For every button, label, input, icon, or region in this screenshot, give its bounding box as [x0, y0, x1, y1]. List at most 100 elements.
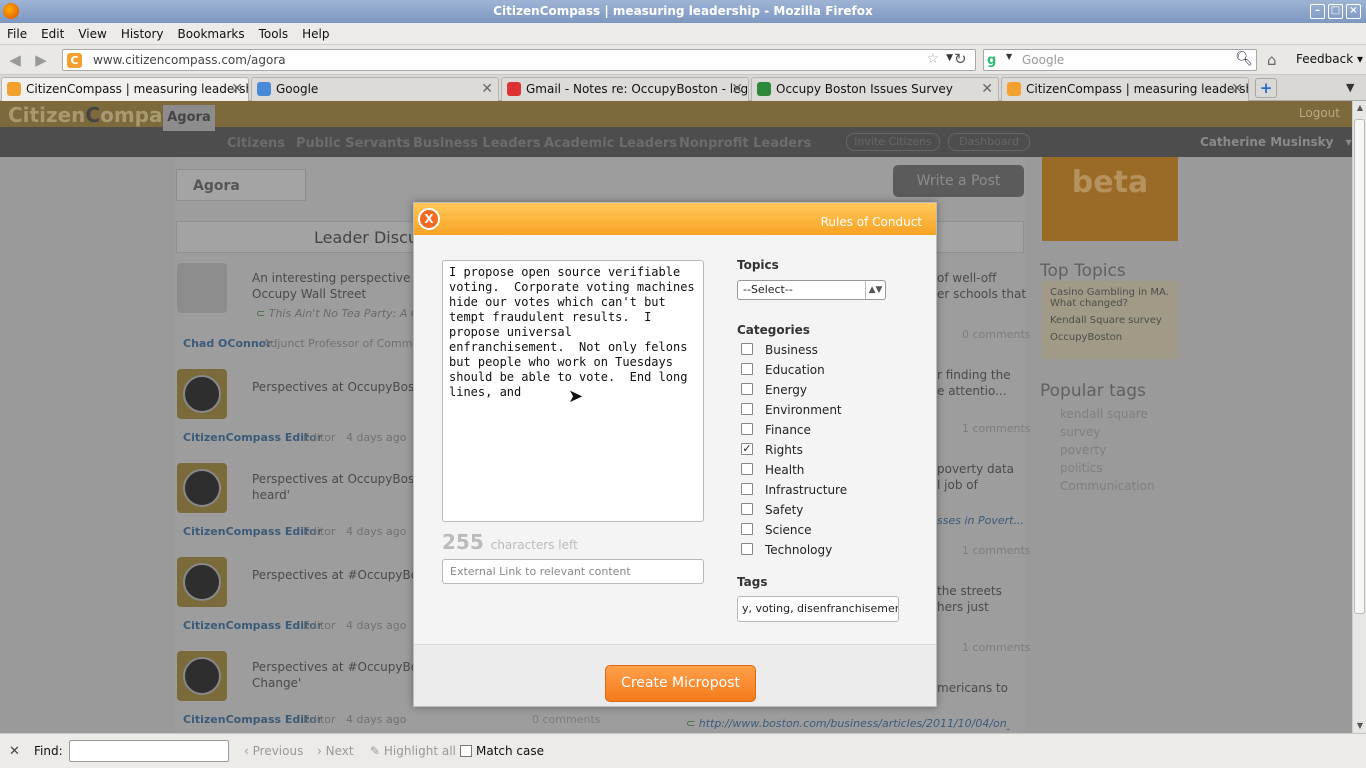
google-search-engine-icon[interactable]: g [987, 53, 1003, 69]
search-icon[interactable]: 🔍︎ [1235, 51, 1253, 67]
external-link-input[interactable]: External Link to relevant content [442, 559, 704, 584]
feed-item-text[interactable]: An interesting perspective - a [252, 271, 430, 285]
tab-list-icon[interactable]: ▼ [1346, 81, 1354, 94]
tag-link[interactable]: poverty [1060, 441, 1155, 459]
tab-survey[interactable]: Occupy Boston Issues Survey ✕ [751, 77, 999, 101]
avatar[interactable] [177, 463, 227, 513]
feed-item-text[interactable]: heard' [252, 488, 290, 502]
breadcrumb[interactable]: Agora [176, 169, 306, 201]
nav-academic-leaders[interactable]: Academic Leaders [544, 127, 677, 161]
tab-google[interactable]: Google ✕ [251, 77, 499, 101]
page-scrollbar[interactable]: ▲ ▼ [1352, 101, 1366, 733]
avatar[interactable] [177, 651, 227, 701]
author-name[interactable]: CitizenCompass Editor [183, 619, 322, 632]
feed-item-link[interactable]: ⊂ This Ain't No Tea Party: A Con [256, 307, 432, 320]
feed-item-text[interactable]: of well-off [937, 271, 996, 285]
invite-citizens-button[interactable]: Invite Citizens [846, 133, 940, 151]
feed-item-text[interactable]: the streets [937, 584, 1002, 598]
menu-view[interactable]: View [71, 23, 113, 45]
tag-link[interactable]: survey [1060, 423, 1155, 441]
nav-citizens[interactable]: Citizens [227, 127, 285, 161]
back-icon[interactable]: ◀ [6, 51, 24, 69]
author-name[interactable]: CitizenCompass Editor [183, 431, 322, 444]
url-bar[interactable]: C www.citizencompass.com/agora ☆ ▼ [62, 49, 976, 71]
avatar[interactable] [177, 263, 227, 313]
feed-item-text[interactable]: Change' [252, 676, 301, 690]
tags-input[interactable]: y, voting, disenfranchisement [737, 596, 899, 622]
close-tab-icon[interactable]: ✕ [981, 78, 993, 100]
tag-link[interactable]: politics [1060, 459, 1155, 477]
home-icon[interactable]: ⌂ [1267, 51, 1277, 69]
scrollbar-thumb[interactable] [1354, 119, 1365, 614]
write-post-button[interactable]: Write a Post [893, 165, 1024, 197]
comment-count[interactable]: 1 comments [962, 641, 1031, 654]
topic-link[interactable]: OccupyBoston [1050, 332, 1170, 343]
close-tab-icon[interactable]: ✕ [481, 78, 493, 100]
feed-item-text[interactable]: e attentio... [937, 384, 1007, 398]
maximize-button[interactable]: □ [1328, 4, 1343, 19]
match-case-checkbox[interactable]: Match case [460, 744, 544, 758]
tag-link[interactable]: kendall square [1060, 405, 1155, 423]
close-window-button[interactable]: × [1346, 4, 1361, 19]
nav-agora[interactable]: Agora [163, 105, 215, 131]
feed-item-link[interactable]: ⊂ http://www.boston.com/business/article… [686, 717, 1010, 730]
reload-icon[interactable]: ↻ [954, 50, 967, 68]
close-find-bar-icon[interactable]: ✕ [9, 744, 20, 759]
author-name[interactable]: CitizenCompass Editor [183, 525, 322, 538]
create-micropost-button[interactable]: Create Micropost [605, 665, 756, 702]
menu-help[interactable]: Help [295, 23, 336, 45]
comment-count[interactable]: 1 comments [962, 422, 1031, 435]
topic-link[interactable]: Casino Gambling in MA. What changed? [1050, 287, 1170, 309]
avatar[interactable] [177, 369, 227, 419]
feedback-button[interactable]: Feedback ▾ [1296, 52, 1363, 66]
url-dropdown-icon[interactable]: ▼ [946, 53, 953, 63]
author-name[interactable]: CitizenCompass Editor [183, 713, 322, 726]
feed-item-text[interactable]: Perspectives at #OccupyBost [252, 660, 429, 674]
feed-item-text[interactable]: poverty data [937, 462, 1014, 476]
forward-icon[interactable]: ▶ [32, 51, 50, 69]
topic-link[interactable]: Kendall Square survey [1050, 315, 1170, 326]
close-tab-icon[interactable]: ✕ [1231, 78, 1243, 100]
logout-link[interactable]: Logout [1299, 106, 1340, 120]
menu-tools[interactable]: Tools [252, 23, 296, 45]
dashboard-button[interactable]: Dashboard [948, 133, 1030, 151]
menu-bookmarks[interactable]: Bookmarks [171, 23, 252, 45]
highlight-all-button[interactable]: ✎ Highlight all [370, 744, 456, 758]
feed-item-link[interactable]: sses in Povert... [937, 514, 1024, 527]
menu-edit[interactable]: Edit [34, 23, 71, 45]
nav-public-servants[interactable]: Public Servants [296, 127, 410, 161]
search-bar[interactable]: g ▼ Google 🔍︎ [983, 49, 1257, 71]
author-name[interactable]: Chad OConnor [183, 337, 272, 350]
avatar[interactable] [177, 557, 227, 607]
find-input[interactable] [69, 740, 229, 762]
find-previous-button[interactable]: ‹ Previous [244, 744, 303, 758]
user-menu[interactable]: Catherine Musinsky ▾ [1200, 127, 1352, 157]
menu-history[interactable]: History [114, 23, 171, 45]
feed-item-text[interactable]: Perspectives at OccupyBosto [252, 472, 426, 486]
new-tab-button[interactable]: + [1255, 78, 1277, 98]
minimize-button[interactable]: – [1310, 4, 1325, 19]
feed-item-text[interactable]: Occupy Wall Street [252, 287, 366, 301]
comment-count[interactable]: 0 comments [532, 713, 601, 726]
close-tab-icon[interactable]: ✕ [231, 78, 243, 100]
find-next-button[interactable]: › Next [317, 744, 354, 758]
topics-select[interactable]: --Select-- ▲▼ [737, 280, 886, 300]
close-modal-button[interactable]: X [418, 208, 440, 230]
search-engine-dropdown-icon[interactable]: ▼ [1006, 52, 1012, 61]
menu-file[interactable]: File [0, 23, 34, 45]
feed-item-text[interactable]: hers just [937, 600, 989, 614]
tab-citizencompass[interactable]: CitizenCompass | measuring leadership ✕ [1, 77, 249, 101]
feed-item-text[interactable]: r finding the [937, 368, 1011, 382]
comment-count[interactable]: 1 comments [962, 544, 1031, 557]
tab-citizencompass-2[interactable]: CitizenCompass | measuring leadership ✕ [1001, 77, 1249, 101]
tag-link[interactable]: Communication [1060, 477, 1155, 495]
feed-item-text[interactable]: er schools that [937, 287, 1026, 301]
feed-item-text[interactable]: Perspectives at OccupyBosto [252, 380, 426, 394]
feed-item-text[interactable]: l job of [937, 478, 978, 492]
tab-gmail[interactable]: Gmail - Notes re: OccupyBoston - leg... ✕ [501, 77, 749, 101]
bookmark-star-icon[interactable]: ☆ [926, 51, 939, 67]
feed-item-text[interactable]: Perspectives at #OccupyBost [252, 568, 429, 582]
nav-business-leaders[interactable]: Business Leaders [413, 127, 541, 161]
nav-nonprofit-leaders[interactable]: Nonprofit Leaders [679, 127, 811, 161]
comment-count[interactable]: 0 comments [962, 328, 1031, 341]
